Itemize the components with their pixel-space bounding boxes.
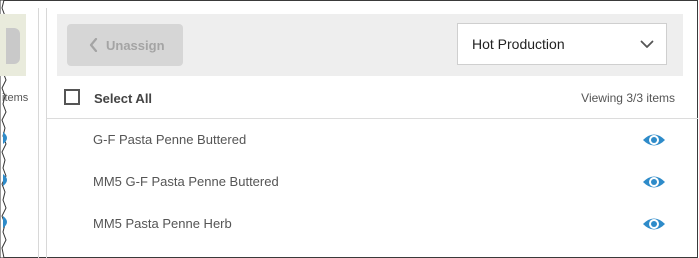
- eye-icon[interactable]: [3, 216, 11, 228]
- eye-icon[interactable]: [3, 132, 11, 144]
- eye-icon[interactable]: [642, 173, 666, 191]
- left-panel: items: [0, 8, 39, 258]
- left-panel-tab[interactable]: [6, 28, 20, 64]
- left-panel-header: [0, 14, 26, 76]
- list-item-label: MM5 Pasta Penne Herb: [93, 216, 232, 231]
- list-item[interactable]: MM5 Pasta Penne Herb: [47, 204, 698, 246]
- unassign-label: Unassign: [106, 37, 165, 53]
- viewing-count: Viewing 3/3 items: [581, 91, 675, 105]
- production-select[interactable]: Hot Production: [457, 23, 667, 65]
- eye-icon[interactable]: [642, 215, 666, 233]
- list-item-label: G-F Pasta Penne Buttered: [93, 132, 247, 147]
- production-select-value: Hot Production: [472, 36, 565, 52]
- eye-icon[interactable]: [642, 131, 666, 149]
- toolbar: Unassign Hot Production: [57, 14, 683, 76]
- list-item[interactable]: MM5 G-F Pasta Penne Buttered: [47, 162, 698, 204]
- select-all-checkbox[interactable]: [64, 89, 80, 105]
- eye-icon[interactable]: [3, 174, 11, 186]
- chevron-left-icon: [89, 38, 98, 52]
- unassign-button[interactable]: Unassign: [67, 24, 183, 66]
- list-item[interactable]: G-F Pasta Penne Buttered: [47, 120, 698, 162]
- select-all-label[interactable]: Select All: [94, 91, 152, 106]
- chevron-down-icon: [640, 40, 654, 48]
- list-header: Select All Viewing 3/3 items: [47, 78, 698, 119]
- left-items-count: items: [2, 92, 29, 104]
- assigned-items-panel: Unassign Hot Production Select All Viewi…: [46, 8, 698, 258]
- list-item-label: MM5 G-F Pasta Penne Buttered: [93, 174, 279, 189]
